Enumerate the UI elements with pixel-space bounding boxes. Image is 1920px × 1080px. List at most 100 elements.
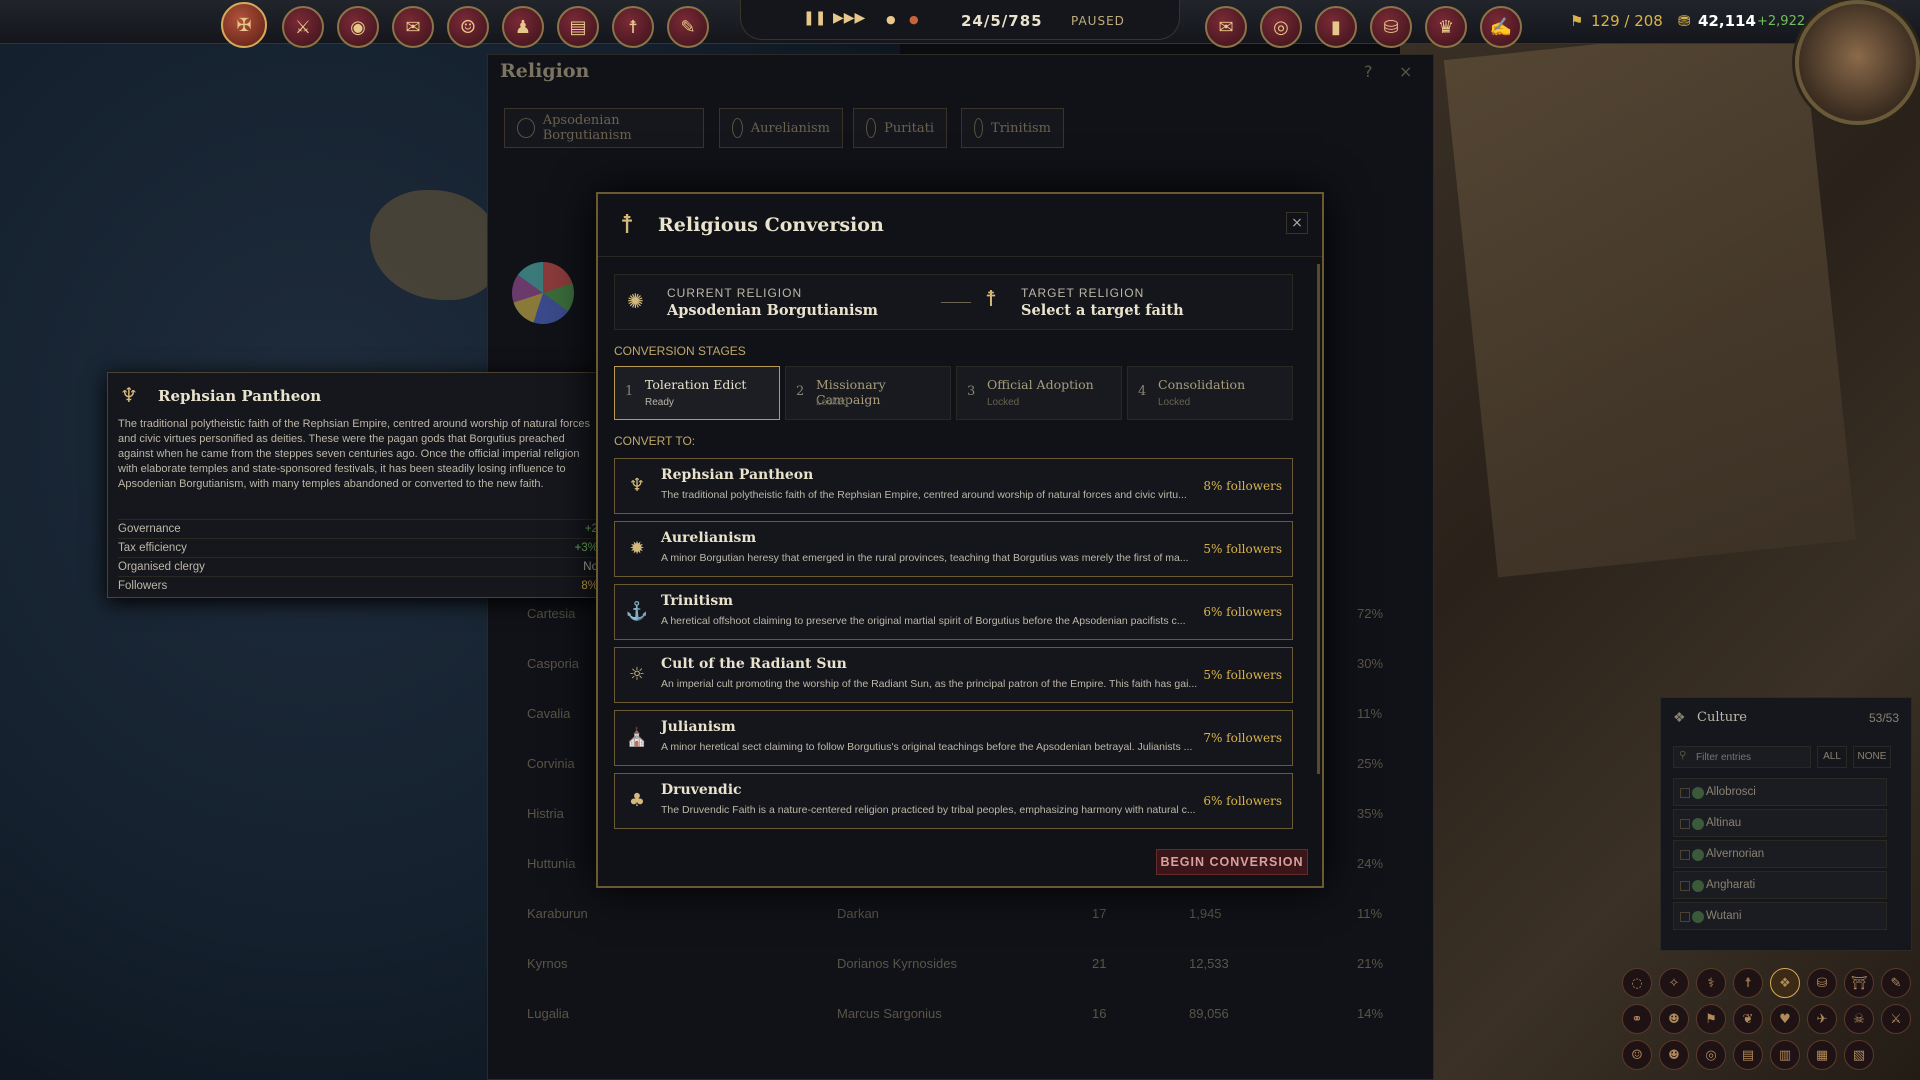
culture-item[interactable]: Allobrosci <box>1673 778 1887 806</box>
faith-option-rephsian[interactable]: ♆ Rephsian Pantheon The traditional polyth… <box>614 458 1293 514</box>
divider <box>598 256 1322 257</box>
treasury-icon[interactable]: ⛁ <box>1370 6 1412 48</box>
province-pop: 1,945 <box>1189 906 1222 921</box>
economy-coin-icon[interactable]: ◉ <box>337 6 379 48</box>
province-stat: 21 <box>1092 956 1107 971</box>
checkbox[interactable] <box>1680 819 1690 829</box>
military-sword-icon[interactable]: ⚔ <box>282 6 324 48</box>
speed-icon[interactable]: ▶▶▶ <box>833 10 865 26</box>
culture-mode-icon[interactable]: ❖ <box>1770 968 1800 998</box>
laws-scroll-icon[interactable]: ▤ <box>557 6 599 48</box>
decree-icon[interactable]: ✍ <box>1480 6 1522 48</box>
faith-option-radiant-sun[interactable]: ☼ Cult of the Radiant Sun An imperial cult… <box>614 647 1293 703</box>
map-mode-icon[interactable]: ◌ <box>1622 968 1652 998</box>
province-row[interactable]: Karaburun Darkan 17 1,945 11% <box>507 906 1407 936</box>
stat-label: Organised clergy <box>118 561 205 573</box>
select-all-button[interactable]: ALL <box>1817 746 1847 768</box>
checkbox[interactable] <box>1680 912 1690 922</box>
religion-summary: ✺ CURRENT RELIGION Apsodenian Borgutiani… <box>614 274 1293 330</box>
province-row[interactable]: Lugalia Marcus Sargonius 16 89,056 14% <box>507 1006 1407 1036</box>
stage-missionary-campaign[interactable]: 2 Missionary Campaign Locked <box>785 366 951 420</box>
book-icon[interactable]: ▮ <box>1315 6 1357 48</box>
map-mode-icon[interactable]: ✎ <box>1881 968 1911 998</box>
province-pct: 30% <box>1357 656 1384 671</box>
begin-conversion-button[interactable]: BEGIN CONVERSION <box>1156 849 1308 875</box>
map-mode-icon[interactable]: ⚔ <box>1881 1004 1911 1034</box>
dove-icon[interactable]: ✧ <box>1659 968 1689 998</box>
culture-item[interactable]: Alvernorian <box>1673 840 1887 868</box>
religion-cross-icon[interactable]: ☨ <box>612 6 654 48</box>
map-scroll-icon[interactable]: ✉ <box>1205 6 1247 48</box>
map-mode-icon[interactable]: ☺ <box>1622 1040 1652 1070</box>
character-bust-icon[interactable]: ☺ <box>447 6 489 48</box>
faith-name: Trinitism <box>661 593 734 609</box>
tab-puritati[interactable]: Puritati <box>853 108 947 148</box>
target-religion-value[interactable]: Select a target faith <box>1021 302 1184 319</box>
tab-trinitism[interactable]: Trinitism <box>961 108 1064 148</box>
faith-followers: 8% followers <box>1203 479 1282 493</box>
pause-icon[interactable]: ❚❚ <box>803 10 826 26</box>
religion-cross-icon[interactable]: ☨ <box>1733 968 1763 998</box>
religion-pie-chart <box>512 262 574 324</box>
religion-emblem-icon <box>517 118 535 138</box>
tooltip-stat: Governance +2 <box>118 519 598 538</box>
governor-name: Marcus Sargonius <box>837 1006 942 1021</box>
map-mode-icon[interactable]: ▤ <box>1733 1040 1763 1070</box>
faith-followers: 7% followers <box>1203 731 1282 745</box>
faith-description: A minor Borgutian heresy that emerged in… <box>661 552 1189 564</box>
map-mode-icon[interactable]: ▥ <box>1770 1040 1800 1070</box>
shield-icon[interactable]: ◎ <box>1260 6 1302 48</box>
technology-icon[interactable]: ✎ <box>667 6 709 48</box>
map-mode-icon[interactable]: ✈ <box>1807 1004 1837 1034</box>
faith-list-scrollbar[interactable] <box>1317 264 1320 774</box>
culture-item[interactable]: Wutani <box>1673 902 1887 930</box>
map-mode-icon[interactable]: ⛁ <box>1807 968 1837 998</box>
map-mode-grid: ◌ ✧ ⚕ ☨ ❖ ⛁ ⛩ ✎ ⚭ ☻ ⚑ ❦ ♥ ✈ ☠ ⚔ ☺ ☻ ◎ ▤ … <box>1614 960 1920 1080</box>
map-mode-icon[interactable]: ❦ <box>1733 1004 1763 1034</box>
map-mode-icon[interactable]: ⚭ <box>1622 1004 1652 1034</box>
faith-option-aurelianism[interactable]: ✹ Aurelianism A minor Borgutian heresy tha… <box>614 521 1293 577</box>
province-pct: 72% <box>1357 606 1384 621</box>
skull-icon[interactable]: ☠ <box>1844 1004 1874 1034</box>
tab-apsodenian[interactable]: Apsodenian Borgutianism <box>504 108 704 148</box>
culture-item[interactable]: Angharati <box>1673 871 1887 899</box>
trophy-icon[interactable]: ♛ <box>1425 6 1467 48</box>
checkbox[interactable] <box>1680 788 1690 798</box>
map-mode-icon[interactable]: ▦ <box>1807 1040 1837 1070</box>
culture-filter-input[interactable] <box>1673 746 1811 768</box>
map-mode-icon[interactable]: ⚑ <box>1696 1004 1726 1034</box>
faith-option-druvendic[interactable]: ♣ Druvendic The Druvendic Faith is a natur… <box>614 773 1293 829</box>
faith-name: Julianism <box>661 719 736 735</box>
religion-window-close[interactable]: × <box>1399 62 1412 81</box>
map-mode-icon[interactable]: ♥ <box>1770 1004 1800 1034</box>
close-icon[interactable]: × <box>1286 212 1308 234</box>
empire-emblem-icon[interactable]: ✠ <box>221 2 267 48</box>
map-mode-icon[interactable]: ⛩ <box>1844 968 1874 998</box>
map-mode-icon[interactable]: ▧ <box>1844 1040 1874 1070</box>
checkbox[interactable] <box>1680 881 1690 891</box>
select-none-button[interactable]: NONE <box>1853 746 1891 768</box>
map-mode-icon[interactable]: ☻ <box>1659 1004 1689 1034</box>
stage-name: Toleration Edict <box>645 377 747 392</box>
culture-item[interactable]: Altinau <box>1673 809 1887 837</box>
family-icon[interactable]: ♟ <box>502 6 544 48</box>
map-mode-icon[interactable]: ⚕ <box>1696 968 1726 998</box>
stat-label: Tax efficiency <box>118 542 187 554</box>
map-mode-icon[interactable]: ◎ <box>1696 1040 1726 1070</box>
stage-official-adoption[interactable]: 3 Official Adoption Locked <box>956 366 1122 420</box>
province-pct: 25% <box>1357 756 1384 771</box>
tab-aurelianism[interactable]: Aurelianism <box>719 108 843 148</box>
province-row[interactable]: Kyrnos Dorianos Kyrnosides 21 12,533 21% <box>507 956 1407 986</box>
faith-option-trinitism[interactable]: ⚓ Trinitism A heretical offshoot claiming … <box>614 584 1293 640</box>
map-mode-icon[interactable]: ☻ <box>1659 1040 1689 1070</box>
checkbox[interactable] <box>1680 850 1690 860</box>
stage-toleration-edict[interactable]: 1 Toleration Edict Ready <box>614 366 780 420</box>
diplomacy-scroll-icon[interactable]: ✉ <box>392 6 434 48</box>
sun-icon: ✹ <box>629 538 645 559</box>
religion-emblem-icon <box>866 118 877 138</box>
laurel-icon: ♆ <box>628 475 646 496</box>
help-icon[interactable]: ? <box>1364 62 1373 81</box>
stage-consolidation[interactable]: 4 Consolidation Locked <box>1127 366 1293 420</box>
ruler-portrait[interactable] <box>1795 0 1920 125</box>
faith-option-julianism[interactable]: ⛪ Julianism A minor heretical sect claimin… <box>614 710 1293 766</box>
